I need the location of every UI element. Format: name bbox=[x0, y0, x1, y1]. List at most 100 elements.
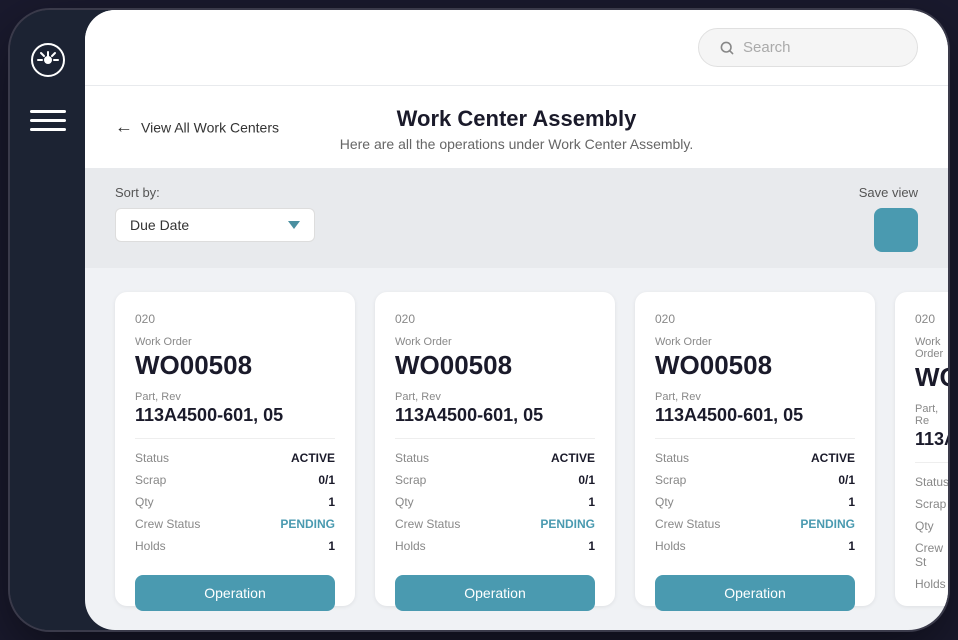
operation-button-3[interactable]: Operation bbox=[655, 575, 855, 611]
crew-status-value: PENDING bbox=[800, 517, 855, 531]
card-status-row: Status ACTIVE bbox=[655, 451, 855, 465]
card-part-label: Part, Rev bbox=[135, 391, 335, 403]
qty-label: Qty bbox=[655, 495, 674, 509]
holds-label: Holds bbox=[655, 539, 686, 553]
card-holds-row: Holds 1 bbox=[395, 539, 595, 553]
qty-label: Qty bbox=[915, 519, 934, 533]
qty-value: 1 bbox=[848, 495, 855, 509]
back-navigation[interactable]: ← View All Work Centers bbox=[115, 117, 279, 138]
menu-line-3 bbox=[30, 128, 66, 131]
card-work-order-label: Work Order bbox=[655, 336, 855, 348]
operation-card-1: 020 Work Order WO00508 Part, Rev 113A450… bbox=[115, 292, 355, 606]
status-value: ACTIVE bbox=[811, 451, 855, 465]
hamburger-menu-icon[interactable] bbox=[30, 110, 66, 131]
qty-label: Qty bbox=[135, 495, 154, 509]
card-part-label: Part, Rev bbox=[655, 391, 855, 403]
menu-line-1 bbox=[30, 110, 66, 113]
card-scrap-row: Scrap 0/1 bbox=[655, 473, 855, 487]
card-part-value: 113A4500-601, 05 bbox=[395, 405, 595, 439]
card-section-num: 020 bbox=[915, 312, 948, 326]
card-crew-status-row: Crew Status PENDING bbox=[655, 517, 855, 531]
search-icon bbox=[719, 40, 735, 56]
card-section-num: 020 bbox=[135, 312, 335, 326]
qty-label: Qty bbox=[395, 495, 414, 509]
status-label: Status bbox=[395, 451, 429, 465]
card-work-order-value: WO00508 bbox=[395, 350, 595, 381]
toolbar: Sort by: Due Date Save view bbox=[85, 169, 948, 268]
card-work-order-value: WO00508 bbox=[135, 350, 335, 381]
card-section-num: 020 bbox=[655, 312, 855, 326]
holds-label: Holds bbox=[135, 539, 166, 553]
card-section-num: 020 bbox=[395, 312, 595, 326]
header: Search bbox=[85, 10, 948, 86]
card-work-order-value: WO00508 bbox=[655, 350, 855, 381]
card-qty-row: Qty 1 bbox=[395, 495, 595, 509]
status-value: ACTIVE bbox=[551, 451, 595, 465]
card-crew-status-row: Crew St bbox=[915, 541, 948, 569]
card-qty-row: Qty 1 bbox=[135, 495, 335, 509]
cards-area: 020 Work Order WO00508 Part, Rev 113A450… bbox=[85, 268, 948, 630]
save-view-label: Save view bbox=[859, 185, 918, 200]
search-placeholder-text: Search bbox=[743, 39, 897, 56]
scrap-label: Scrap bbox=[395, 473, 426, 487]
operation-card-2: 020 Work Order WO00508 Part, Rev 113A450… bbox=[375, 292, 615, 606]
scrap-label: Scrap bbox=[135, 473, 166, 487]
holds-value: 1 bbox=[328, 539, 335, 553]
card-work-order-label: Work Order bbox=[915, 336, 948, 360]
crew-status-label: Crew St bbox=[915, 541, 948, 569]
card-part-label: Part, Rev bbox=[395, 391, 595, 403]
card-part-value: 113A4500-601, 05 bbox=[655, 405, 855, 439]
crew-status-value: PENDING bbox=[540, 517, 595, 531]
scrap-value: 0/1 bbox=[318, 473, 335, 487]
card-status-row: Status ACTIVE bbox=[135, 451, 335, 465]
chevron-down-icon bbox=[288, 221, 300, 229]
card-work-order-label: Work Order bbox=[135, 336, 335, 348]
menu-line-2 bbox=[30, 119, 66, 122]
scrap-label: Scrap bbox=[655, 473, 686, 487]
card-holds-row: Holds 1 bbox=[135, 539, 335, 553]
crew-status-label: Crew Status bbox=[395, 517, 460, 531]
sort-dropdown[interactable]: Due Date bbox=[115, 208, 315, 242]
card-crew-status-row: Crew Status PENDING bbox=[395, 517, 595, 531]
card-part-label: Part, Re bbox=[915, 403, 948, 427]
card-part-value: 113A4500-601, 05 bbox=[135, 405, 335, 439]
scrap-value: 0/1 bbox=[578, 473, 595, 487]
operation-button-2[interactable]: Operation bbox=[395, 575, 595, 611]
card-part-value: 113A bbox=[915, 429, 948, 463]
crew-status-value: PENDING bbox=[280, 517, 335, 531]
operation-button-1[interactable]: Operation bbox=[135, 575, 335, 611]
card-work-order-value: WO bbox=[915, 362, 948, 393]
card-scrap-row: Scrap bbox=[915, 497, 948, 511]
back-arrow-icon: ← bbox=[115, 117, 133, 138]
card-holds-row: Holds bbox=[915, 577, 948, 591]
sort-section: Sort by: Due Date bbox=[115, 185, 315, 242]
crew-status-label: Crew Status bbox=[655, 517, 720, 531]
page-subtitle: Here are all the operations under Work C… bbox=[115, 136, 918, 152]
back-nav-label: View All Work Centers bbox=[141, 119, 279, 135]
card-scrap-row: Scrap 0/1 bbox=[135, 473, 335, 487]
status-label: Status bbox=[135, 451, 169, 465]
holds-label: Holds bbox=[395, 539, 426, 553]
qty-value: 1 bbox=[588, 495, 595, 509]
operation-card-4-partial: 020 Work Order WO Part, Re 113A Status S… bbox=[895, 292, 948, 606]
save-view-section: Save view bbox=[859, 185, 918, 252]
card-holds-row: Holds 1 bbox=[655, 539, 855, 553]
card-qty-row: Qty 1 bbox=[655, 495, 855, 509]
search-bar[interactable]: Search bbox=[698, 28, 918, 67]
status-label: Status bbox=[655, 451, 689, 465]
sort-dropdown-value: Due Date bbox=[130, 217, 189, 233]
device-frame: Search ← View All Work Centers Work Cent… bbox=[10, 10, 948, 630]
save-view-button[interactable] bbox=[874, 208, 918, 252]
status-value: ACTIVE bbox=[291, 451, 335, 465]
page-header: ← View All Work Centers Work Center Asse… bbox=[85, 86, 948, 169]
card-qty-row: Qty bbox=[915, 519, 948, 533]
sort-label: Sort by: bbox=[115, 185, 315, 200]
scrap-label: Scrap bbox=[915, 497, 946, 511]
sidebar-logo bbox=[28, 40, 68, 80]
card-crew-status-row: Crew Status PENDING bbox=[135, 517, 335, 531]
crew-status-label: Crew Status bbox=[135, 517, 200, 531]
card-work-order-label: Work Order bbox=[395, 336, 595, 348]
holds-value: 1 bbox=[848, 539, 855, 553]
card-status-row: Status ACTIVE bbox=[395, 451, 595, 465]
holds-label: Holds bbox=[915, 577, 946, 591]
